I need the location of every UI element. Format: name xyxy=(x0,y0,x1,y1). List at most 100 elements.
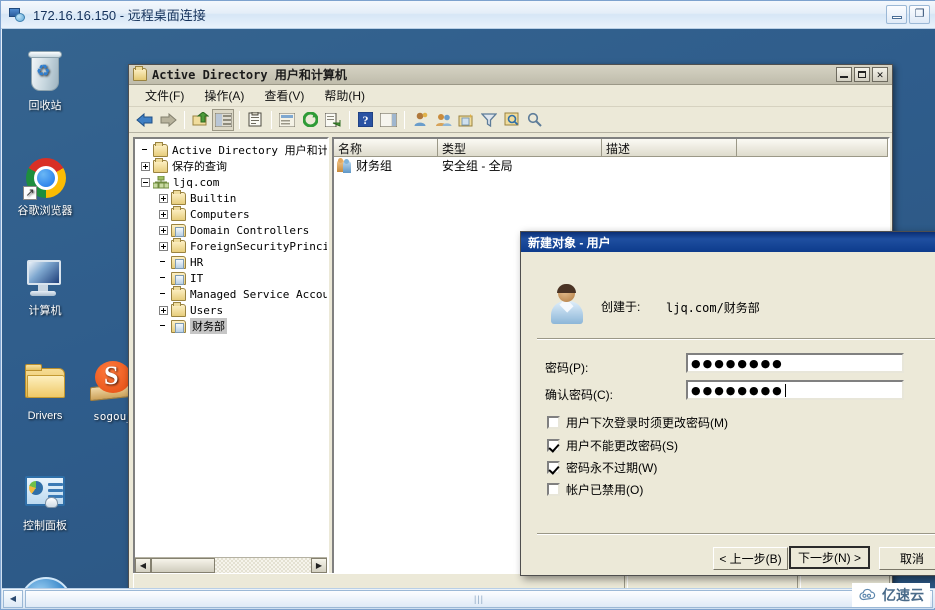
help-icon[interactable]: ? xyxy=(354,109,376,131)
console-root-icon xyxy=(153,141,168,157)
scroll-thumb[interactable] xyxy=(151,558,215,573)
expander-plus-icon[interactable] xyxy=(141,161,150,171)
confirm-password-input[interactable]: ●●●●●●●● xyxy=(686,380,904,400)
checkbox-cannot-change-password[interactable]: 用户不能更改密码(S) xyxy=(547,437,678,454)
table-row[interactable]: 财务组 安全组 - 全局 xyxy=(334,157,888,174)
tree-item-managed-service-accounts[interactable]: Managed Service Accoun xyxy=(137,285,327,302)
forward-icon[interactable] xyxy=(157,109,179,131)
column-header-description[interactable]: 描述 xyxy=(602,139,737,157)
back-button[interactable]: < 上一步(B) xyxy=(713,547,788,570)
watermark: 亿速云 xyxy=(852,583,930,607)
column-header-filler xyxy=(737,139,888,157)
dialog-title-text: 新建对象 - 用户 xyxy=(528,235,611,250)
confirm-password-value: ●●●●●●●● xyxy=(691,383,784,397)
export-list-icon[interactable] xyxy=(276,109,298,131)
user-icon xyxy=(549,284,585,325)
tree-item-finance-ou[interactable]: 财务部 xyxy=(137,318,327,334)
scroll-track[interactable] xyxy=(215,558,311,573)
scroll-thumb[interactable]: ||| xyxy=(25,589,933,608)
desktop-icon-recycle-bin[interactable]: ♻ 回收站 xyxy=(6,49,84,113)
rdp-minimize-button[interactable] xyxy=(886,5,907,24)
checkbox-box[interactable] xyxy=(547,439,560,452)
cell-name: 财务组 xyxy=(334,157,438,174)
desktop-icon-label: 计算机 xyxy=(28,305,62,317)
mmc-titlebar[interactable]: Active Directory 用户和计算机 ✕ xyxy=(129,65,892,85)
scroll-grip-icon: ||| xyxy=(473,593,484,604)
column-header-type[interactable]: 类型 xyxy=(438,139,602,157)
desktop-icon-chrome[interactable]: ↗ 谷歌浏览器 xyxy=(6,154,84,218)
mmc-title-text: Active Directory 用户和计算机 xyxy=(152,68,347,82)
tree-item-builtin[interactable]: Builtin xyxy=(137,189,327,206)
find-icon[interactable] xyxy=(501,109,523,131)
desktop-icon-control-panel[interactable]: 控制面板 xyxy=(6,469,84,533)
show-hide-action-pane-icon[interactable] xyxy=(377,109,399,131)
filter-icon[interactable] xyxy=(478,109,500,131)
password-label: 密码(P): xyxy=(545,361,589,375)
new-ou-icon[interactable] xyxy=(455,109,477,131)
refresh-icon[interactable] xyxy=(299,109,321,131)
tree-item-label: 财务部 xyxy=(190,318,227,334)
properties-icon[interactable] xyxy=(244,109,266,131)
desktop-icon-settings[interactable] xyxy=(20,577,76,588)
tree-item-domain-controllers[interactable]: Domain Controllers xyxy=(137,222,327,238)
checkbox-account-disabled[interactable]: 帐户已禁用(O) xyxy=(547,481,643,498)
checkbox-box[interactable] xyxy=(547,483,560,496)
tree-item-domain-ljq-com[interactable]: ljq.com xyxy=(137,174,327,190)
menu-view[interactable]: 查看(V) xyxy=(254,85,314,106)
scroll-right-icon[interactable]: ▶ xyxy=(311,558,327,573)
checkbox-label: 密码永不过期(W) xyxy=(566,461,658,475)
tree-item-label: Users xyxy=(190,303,224,317)
expander-plus-icon[interactable] xyxy=(159,305,168,315)
scroll-left-icon[interactable]: ◀ xyxy=(135,558,151,573)
column-header-name[interactable]: 名称 xyxy=(334,139,438,157)
new-user-dialog: 新建对象 - 用户 ✕ 创建于: ljq.com/财务部 密码(P): ●●●●… xyxy=(520,231,935,576)
saved-query-icon[interactable] xyxy=(524,109,546,131)
next-button[interactable]: 下一步(N) > xyxy=(789,546,870,569)
checkbox-box[interactable] xyxy=(547,416,560,429)
menu-file[interactable]: 文件(F) xyxy=(135,85,194,106)
cancel-button[interactable]: 取消 xyxy=(879,547,935,570)
tree-item-foreign-security-principals[interactable]: ForeignSecurityPrincip xyxy=(137,237,327,254)
create-in-label: 创建于: xyxy=(601,300,641,314)
folder-icon xyxy=(21,359,69,407)
mmc-close-button[interactable]: ✕ xyxy=(872,67,888,82)
rdp-restore-button[interactable]: ❐ xyxy=(909,5,930,24)
expander-minus-icon[interactable] xyxy=(141,177,150,187)
menu-action[interactable]: 操作(A) xyxy=(194,85,254,106)
console-tree-pane[interactable]: Active Directory 用户和计算机 保存的查询 xyxy=(133,137,329,575)
new-group-icon[interactable] xyxy=(432,109,454,131)
export-icon[interactable] xyxy=(322,109,344,131)
expander-plus-icon[interactable] xyxy=(159,225,168,235)
group-icon xyxy=(337,157,354,173)
password-input[interactable]: ●●●●●●●● xyxy=(686,353,904,373)
mmc-maximize-button[interactable] xyxy=(854,67,870,82)
rdp-horizontal-scrollbar[interactable]: ◀ ||| xyxy=(2,588,935,608)
tree-item-computers[interactable]: Computers xyxy=(137,205,327,222)
dialog-divider-top xyxy=(537,338,935,340)
back-icon[interactable] xyxy=(134,109,156,131)
scroll-left-icon[interactable]: ◀ xyxy=(3,589,23,608)
expander-plus-icon[interactable] xyxy=(159,193,168,203)
tree-item-hr[interactable]: HR xyxy=(137,254,327,270)
expander-plus-icon[interactable] xyxy=(159,209,168,219)
up-one-level-icon[interactable] xyxy=(189,109,211,131)
desktop-icon-computer[interactable]: 计算机 xyxy=(6,254,84,318)
desktop-icon-label: 谷歌浏览器 xyxy=(17,205,73,217)
show-hide-console-tree-icon[interactable] xyxy=(212,108,234,131)
rdp-titlebar[interactable]: 172.16.16.150 - 远程桌面连接 ❐ xyxy=(1,1,935,29)
tree-item-users[interactable]: Users xyxy=(137,301,327,318)
new-user-icon[interactable] xyxy=(409,109,431,131)
dialog-titlebar[interactable]: 新建对象 - 用户 ✕ xyxy=(521,232,935,252)
expander-plus-icon[interactable] xyxy=(159,241,168,251)
mmc-minimize-button[interactable] xyxy=(836,67,852,82)
tree-item-console-root[interactable]: Active Directory 用户和计算机 xyxy=(137,141,327,158)
menu-help[interactable]: 帮助(H) xyxy=(314,85,375,106)
desktop-icon-drivers[interactable]: Drivers xyxy=(6,359,84,423)
checkbox-must-change-password[interactable]: 用户下次登录时须更改密码(M) xyxy=(547,414,728,431)
tree-item-it[interactable]: IT xyxy=(137,270,327,286)
checkbox-box[interactable] xyxy=(547,461,560,474)
checkbox-password-never-expires[interactable]: 密码永不过期(W) xyxy=(547,459,657,476)
tree-item-saved-queries[interactable]: 保存的查询 xyxy=(137,157,327,174)
tree-item-label: 保存的查询 xyxy=(172,160,227,173)
tree-horizontal-scrollbar[interactable]: ◀ ▶ xyxy=(135,557,327,573)
